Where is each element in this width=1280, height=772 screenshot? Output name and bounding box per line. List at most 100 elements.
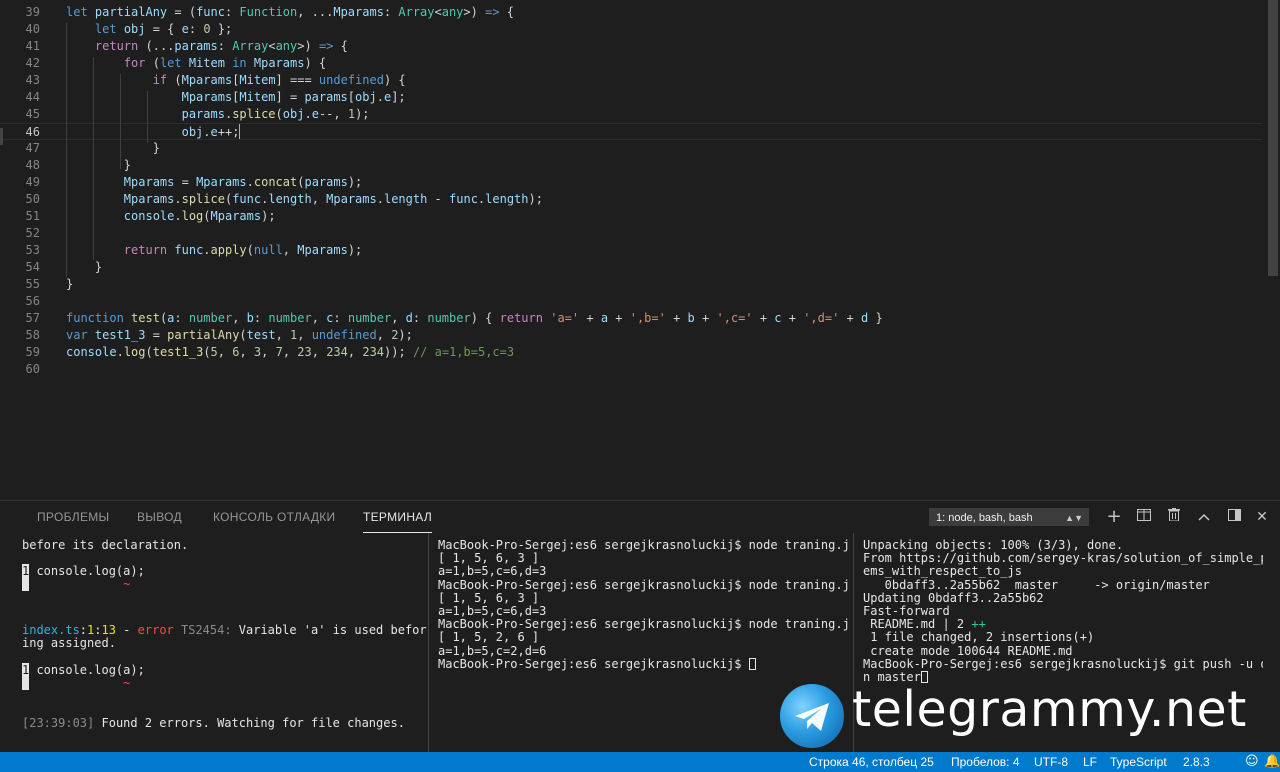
terminal-cursor — [748, 657, 756, 670]
trash-icon[interactable] — [1164, 507, 1184, 527]
terminal-line: ~ — [22, 676, 130, 690]
scrollbar-thumb[interactable] — [1268, 0, 1278, 276]
line-number: 58 — [25, 328, 40, 342]
terminal-line: ing assigned. — [22, 636, 116, 650]
code-line[interactable]: 51 console.log(Mparams); — [0, 208, 1262, 225]
indentation[interactable]: Пробелов: 4 — [951, 755, 1020, 769]
line-number: 52 — [25, 226, 40, 240]
code-line[interactable]: 59 console.log(test1_3(5, 6, 3, 7, 23, 23… — [0, 344, 1262, 361]
line-number: 50 — [25, 192, 40, 206]
line-number: 45 — [25, 107, 40, 121]
code-text: var test1_3 = partialAny(test, 1, undefi… — [66, 328, 413, 342]
tab-debug-console[interactable]: КОНСОЛЬ ОТЛАДКИ — [213, 510, 335, 524]
code-line[interactable]: 56 — [0, 293, 1262, 310]
line-number: 56 — [25, 294, 40, 308]
code-line[interactable]: 44 Mparams[Mitem] = params[obj.e]; — [0, 89, 1262, 106]
code-text: let obj = { e: 0 }; — [94, 22, 233, 36]
language-mode[interactable]: TypeScript — [1110, 755, 1167, 769]
terminal-line: MacBook-Pro-Sergej:es6 sergejkrasnolucki… — [438, 657, 756, 671]
pane-divider[interactable] — [428, 533, 429, 752]
line-ending[interactable]: LF — [1083, 755, 1097, 769]
modified-line-marker — [0, 128, 3, 145]
terminal-line: [23:39:03] Found 2 errors. Watching for … — [22, 716, 405, 730]
close-icon[interactable]: ✕ — [1252, 507, 1272, 527]
code-line[interactable]: 58 var test1_3 = partialAny(test, 1, unde… — [0, 327, 1262, 344]
line-number: 42 — [25, 56, 40, 70]
code-line[interactable]: 52 — [0, 225, 1262, 242]
tab-terminal[interactable]: ТЕРМИНАЛ — [363, 510, 433, 533]
code-line[interactable]: 41 return (...params: Array<any>) => { — [0, 38, 1262, 55]
indent-guide — [93, 57, 94, 260]
line-number: 51 — [25, 209, 40, 223]
code-editor[interactable]: 39 let partialAny = (func: Function, ...M… — [0, 0, 1280, 500]
editor-scrollbar[interactable] — [1266, 0, 1280, 500]
code-line[interactable]: 42 for (let Mitem in Mparams) { — [0, 55, 1262, 72]
encoding[interactable]: UTF-8 — [1034, 755, 1068, 769]
terminal-line: MacBook-Pro-Sergej:es6 sergejkrasnolucki… — [863, 656, 1263, 671]
cursor-position[interactable]: Строка 46, столбец 25 — [809, 755, 934, 769]
bell-icon[interactable]: 🔔 — [1264, 754, 1280, 769]
code-line[interactable]: 57 function test(a: number, b: number, c:… — [0, 310, 1262, 327]
line-number: 49 — [25, 175, 40, 189]
code-line[interactable]: 46 obj.e++; — [0, 123, 1262, 140]
code-line[interactable]: 47 } — [0, 140, 1262, 157]
chevron-down-icon: ▲▼ — [1065, 513, 1083, 523]
code-text: console.log(Mparams); — [123, 209, 276, 223]
line-number: 44 — [25, 90, 40, 104]
code-text: Mparams = Mparams.concat(params); — [123, 175, 363, 189]
line-number: 39 — [25, 5, 40, 19]
terminal-line: ~ — [22, 577, 130, 591]
terminal-line: a=1,b=5,c=6,d=3 — [438, 564, 547, 579]
terminal-pane-1[interactable]: before its declaration. 1 console.log(a);… — [22, 533, 427, 752]
indent-guide — [66, 23, 67, 277]
code-line[interactable]: 43 if (Mparams[Mitem] === undefined) { — [0, 72, 1262, 89]
line-number: 43 — [25, 73, 40, 87]
split-terminal-icon[interactable] — [1134, 507, 1154, 527]
line-number: 53 — [25, 243, 40, 257]
code-text: if (Mparams[Mitem] === undefined) { — [152, 73, 406, 87]
code-text: } — [66, 141, 160, 155]
code-line[interactable]: 55} — [0, 276, 1262, 293]
tab-problems[interactable]: ПРОБЛЕМЫ — [37, 510, 109, 524]
code-text: } — [66, 158, 132, 172]
code-text: } — [66, 277, 74, 291]
indent-guide — [120, 74, 121, 169]
telegram-logo-icon — [777, 681, 847, 751]
code-line[interactable]: 48 } — [0, 157, 1262, 174]
code-line[interactable]: 45 params.splice(obj.e--, 1); — [0, 106, 1262, 123]
line-number: 59 — [25, 345, 40, 359]
terminal-select-value: 1: node, bash, bash — [936, 512, 1033, 524]
code-text: console.log(test1_3(5, 6, 3, 7, 23, 234,… — [66, 345, 515, 359]
code-line[interactable]: 49 Mparams = Mparams.concat(params); — [0, 174, 1262, 191]
terminal-line: a=1,b=5,c=2,d=6 — [438, 643, 547, 658]
code-text: let partialAny = (func: Function, ...Mpa… — [66, 5, 515, 19]
terminal-select[interactable]: 1: node, bash, bash ▲▼ — [929, 508, 1089, 526]
code-line[interactable]: 40 let obj = { e: 0 }; — [0, 21, 1262, 38]
line-number: 48 — [25, 158, 40, 172]
typescript-version[interactable]: 2.8.3 — [1183, 755, 1210, 769]
terminal-line: [ 1, 5, 2, 6 ] — [438, 630, 540, 645]
plus-icon[interactable]: + — [1104, 507, 1124, 527]
code-text: for (let Mitem in Mparams) { — [123, 56, 327, 70]
line-number: 46 — [25, 125, 40, 139]
code-line[interactable]: 39 let partialAny = (func: Function, ...M… — [0, 4, 1262, 21]
code-text: return (...params: Array<any>) => { — [94, 39, 348, 53]
line-number: 60 — [25, 362, 40, 376]
maximize-panel-icon[interactable] — [1224, 507, 1244, 527]
text-cursor — [239, 124, 241, 139]
line-number: 47 — [25, 141, 40, 155]
chevron-up-icon[interactable] — [1194, 507, 1214, 527]
code-line[interactable]: 53 return func.apply(null, Mparams); — [0, 242, 1262, 259]
terminal-line: before its declaration. — [22, 538, 189, 552]
code-text: params.splice(obj.e--, 1); — [181, 107, 370, 121]
code-line[interactable]: 60 — [0, 361, 1262, 378]
code-line[interactable]: 54 } — [0, 259, 1262, 276]
indent-guide — [147, 91, 148, 143]
code-text: Mparams[Mitem] = params[obj.e]; — [181, 90, 406, 104]
line-number: 55 — [25, 277, 40, 291]
terminal-line: MacBook-Pro-Sergej:es6 sergejkrasnolucki… — [438, 577, 850, 592]
code-line[interactable]: 50 Mparams.splice(func.length, Mparams.l… — [0, 191, 1262, 208]
tab-output[interactable]: ВЫВОД — [137, 510, 182, 524]
smiley-icon[interactable]: ☺ — [1245, 754, 1259, 769]
code-text: Mparams.splice(func.length, Mparams.leng… — [123, 192, 543, 206]
